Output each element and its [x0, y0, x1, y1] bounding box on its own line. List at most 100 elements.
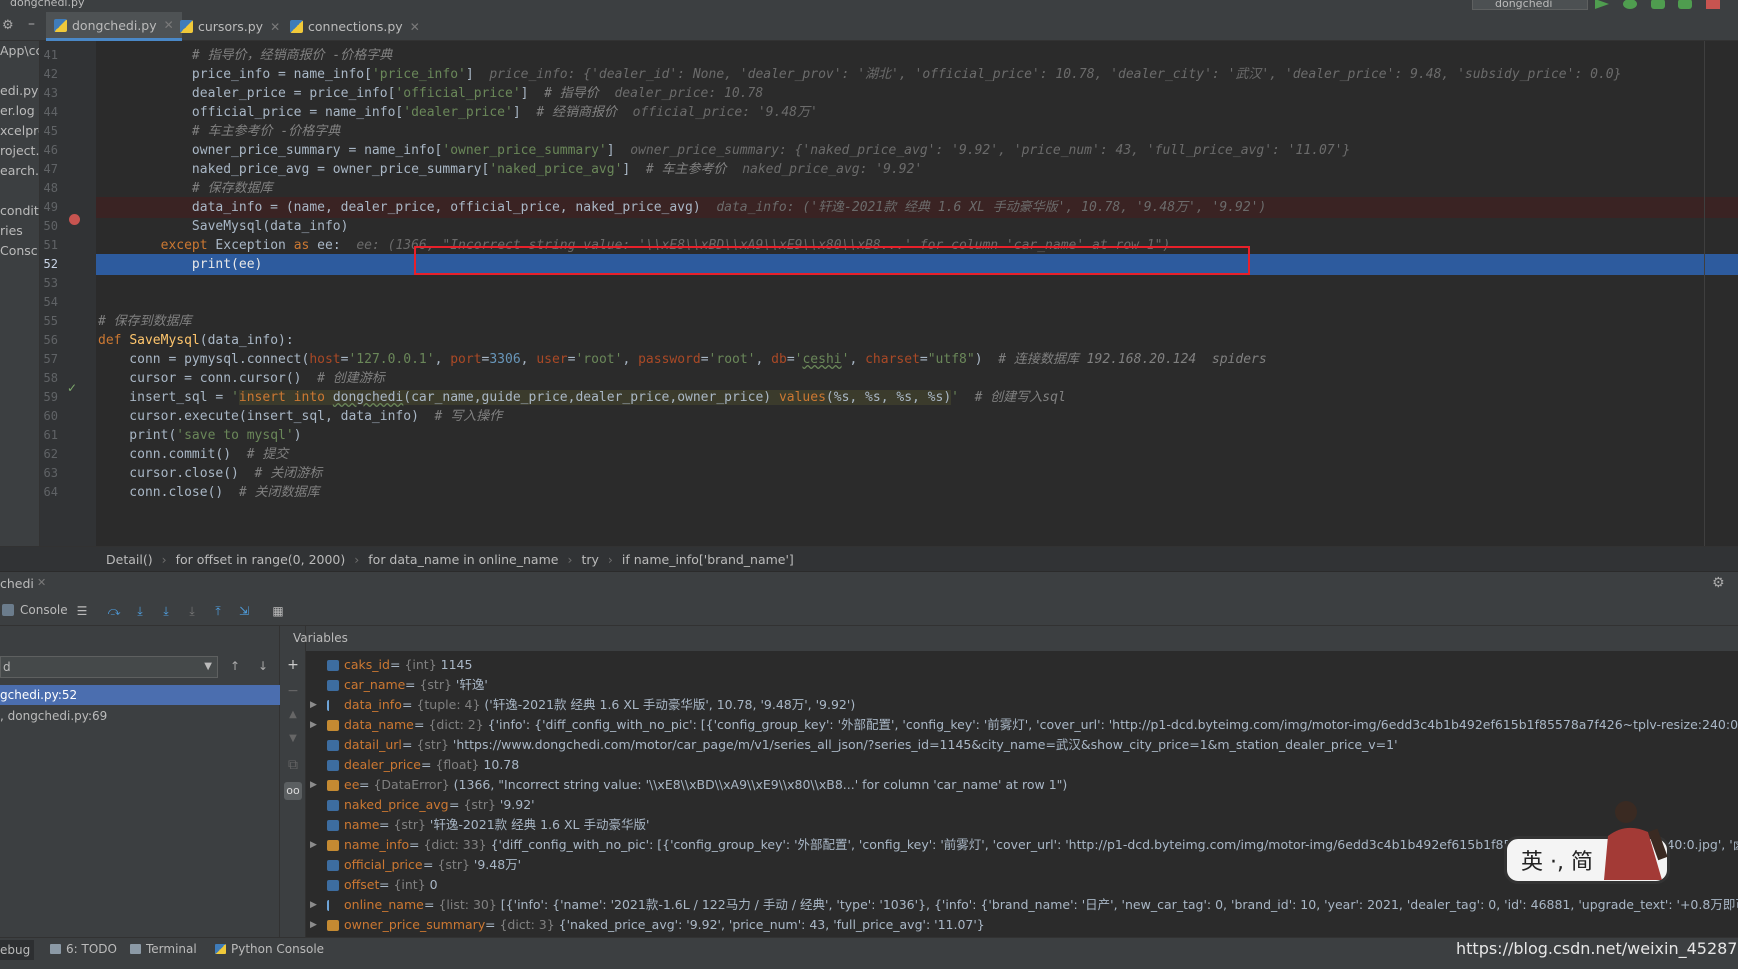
remove-icon[interactable]: − — [284, 682, 302, 700]
code-line[interactable]: official_price = name_info['dealer_price… — [96, 102, 1738, 123]
python-file-icon — [54, 18, 67, 32]
variable-row[interactable]: ▶ data_name = {dict: 2} {'info': {'diff_c… — [306, 715, 1738, 735]
project-item[interactable]: ries — [0, 223, 23, 238]
code-line[interactable]: cursor = conn.cursor() # 创建游标 — [96, 368, 1738, 389]
gear-icon[interactable]: ⚙ — [1712, 575, 1725, 591]
project-item[interactable]: conditi — [0, 203, 39, 218]
profile-icon[interactable] — [1678, 0, 1693, 9]
code-line[interactable]: price_info = name_info['price_info'] pri… — [96, 64, 1738, 85]
close-icon[interactable]: ✕ — [270, 20, 280, 34]
variable-type-icon — [327, 680, 339, 691]
add-icon[interactable]: + — [284, 656, 302, 674]
breadcrumb-item[interactable]: try — [581, 552, 598, 567]
expand-icon[interactable]: ▶ — [310, 775, 317, 795]
breadcrumb-item[interactable]: if name_info['brand_name'] — [622, 552, 794, 567]
code-line[interactable]: insert_sql = 'insert into dongchedi(car_… — [96, 387, 1738, 408]
debug-icon[interactable] — [1622, 0, 1637, 9]
project-item[interactable]: App\cc — [0, 43, 39, 58]
project-item[interactable]: Consc — [0, 243, 38, 258]
run-to-cursor-icon[interactable]: ⇲ — [236, 603, 252, 619]
tool-tab-debug[interactable]: ebug — [0, 940, 35, 960]
move-down-icon[interactable]: ▼ — [284, 730, 302, 748]
expand-icon[interactable]: ▶ — [310, 715, 317, 735]
project-item[interactable]: edi.py — [0, 83, 38, 98]
code-line[interactable]: conn.close() # 关闭数据库 — [96, 482, 1738, 503]
step-over-icon[interactable]: ⤼ — [106, 603, 122, 619]
expand-icon[interactable]: ▶ — [310, 915, 317, 935]
tool-tab-label: Terminal — [146, 942, 197, 956]
variable-row[interactable]: ▶ owner_price_summary = {dict: 3} {'naked… — [306, 915, 1738, 935]
code-line[interactable]: conn.commit() # 提交 — [96, 444, 1738, 465]
tool-tab-python-console[interactable]: Python Console — [215, 942, 324, 956]
variable-row[interactable]: ▶ data_info = {tuple: 4} ('轩逸-2021款 经典 1.… — [306, 695, 1738, 715]
evaluate-icon[interactable]: ▦ — [270, 603, 286, 619]
glasses-icon[interactable]: oo — [284, 782, 302, 800]
tab-cursors[interactable]: cursors.py ✕ — [172, 12, 288, 41]
collapse-icon[interactable]: – — [28, 16, 35, 32]
project-item[interactable]: xcelpro — [0, 123, 39, 138]
project-item[interactable]: roject.j — [0, 143, 39, 158]
code-line[interactable]: # 保存数据库 — [96, 178, 1738, 199]
variable-row[interactable]: car_name = {str} '轩逸' — [306, 675, 1738, 695]
tool-tab-terminal[interactable]: Terminal — [130, 942, 197, 956]
code-line[interactable]: cursor.close() # 关闭游标 — [96, 463, 1738, 484]
move-up-icon[interactable]: ▲ — [284, 706, 302, 724]
tool-tab-todo[interactable]: 6: TODO — [50, 942, 117, 956]
project-item[interactable]: er.log — [0, 103, 35, 118]
variable-row[interactable]: ▶ ee = {DataError} (1366, "Incorrect stri… — [306, 775, 1738, 795]
run-config-select[interactable]: dongchedi — [1472, 0, 1588, 10]
step-into-my-code-icon[interactable]: ⤓ — [158, 603, 174, 619]
close-icon[interactable]: ✕ — [410, 20, 420, 34]
breadcrumb-item[interactable]: Detail() — [106, 552, 153, 567]
variable-row[interactable]: caks_id = {int} 1145 — [306, 655, 1738, 675]
expand-icon[interactable]: ▶ — [310, 695, 317, 715]
breadcrumb-item[interactable]: for offset in range(0, 2000) — [176, 552, 346, 567]
close-icon[interactable]: ✕ — [37, 576, 46, 589]
code-line[interactable] — [96, 273, 1738, 294]
code-line[interactable]: print('save to mysql') — [96, 425, 1738, 446]
variable-row[interactable]: dealer_price = {float} 10.78 — [306, 755, 1738, 775]
code-line[interactable]: cursor.execute(insert_sql, data_info) # … — [96, 406, 1738, 427]
arrow-down-icon[interactable]: ↓ — [258, 659, 268, 673]
code-line[interactable]: conn = pymysql.connect(host='127.0.0.1',… — [96, 349, 1738, 370]
code-line[interactable]: data_info = (name, dealer_price, officia… — [96, 197, 1738, 218]
gear-icon[interactable]: ⚙ — [2, 18, 14, 33]
tab-dongchedi[interactable]: dongchedi.py ✕ — [46, 12, 182, 41]
code-line[interactable]: # 车主参考价 -价格字典 — [96, 121, 1738, 142]
force-step-into-icon[interactable]: ⤓ — [184, 603, 200, 619]
frame-item[interactable]: gchedi.py:52 — [0, 685, 280, 705]
expand-icon[interactable]: ▶ — [310, 895, 317, 915]
breadcrumb-item[interactable]: for data_name in online_name — [368, 552, 558, 567]
console-tab[interactable]: Console — [2, 603, 68, 617]
variable-row[interactable]: datail_url = {str} 'https://www.dongched… — [306, 735, 1738, 755]
code-line[interactable]: def SaveMysql(data_info): — [96, 330, 1738, 351]
code-line[interactable]: SaveMysql(data_info) — [96, 216, 1738, 237]
debug-session-tab[interactable]: chedi — [0, 576, 34, 591]
code-line[interactable]: owner_price_summary = name_info['owner_p… — [96, 140, 1738, 161]
code-line[interactable] — [96, 292, 1738, 313]
code-editor[interactable]: # 指导价，经销商报价 -价格字典 price_info = name_info… — [96, 41, 1738, 546]
code-line[interactable]: dealer_price = price_info['official_pric… — [96, 83, 1738, 104]
status-bar — [0, 961, 1738, 969]
tab-connections[interactable]: connections.py ✕ — [282, 12, 428, 41]
menu-icon[interactable]: ☰ — [74, 603, 90, 619]
frame-item[interactable]: , dongchedi.py:69 — [0, 706, 280, 726]
code-line[interactable]: naked_price_avg = owner_price_summary['n… — [96, 159, 1738, 180]
expand-icon[interactable]: ▶ — [310, 835, 317, 855]
thread-select[interactable]: d ▼ — [0, 656, 218, 678]
code-line[interactable]: # 指导价，经销商报价 -价格字典 — [96, 45, 1738, 66]
arrow-up-icon[interactable]: ↑ — [230, 659, 240, 673]
code-line[interactable]: # 保存到数据库 — [96, 311, 1738, 332]
project-item[interactable]: earch.p — [0, 163, 39, 178]
tab-label: cursors.py — [198, 19, 264, 34]
stop-icon[interactable] — [1706, 0, 1721, 9]
variable-row[interactable]: name = {str} '轩逸-2021款 经典 1.6 XL 手动豪华版' — [306, 815, 1738, 835]
copy-icon[interactable]: ⧉ — [284, 756, 302, 774]
coverage-icon[interactable] — [1650, 0, 1665, 9]
run-icon[interactable] — [1595, 0, 1609, 9]
variable-row[interactable]: naked_price_avg = {str} '9.92' — [306, 795, 1738, 815]
step-into-icon[interactable]: ⤓ — [132, 603, 148, 619]
variable-row[interactable]: ▶ online_name = {list: 30} [{'info': {'na… — [306, 895, 1738, 915]
breakpoint-icon[interactable] — [69, 214, 80, 225]
step-out-icon[interactable]: ⤒ — [210, 603, 226, 619]
